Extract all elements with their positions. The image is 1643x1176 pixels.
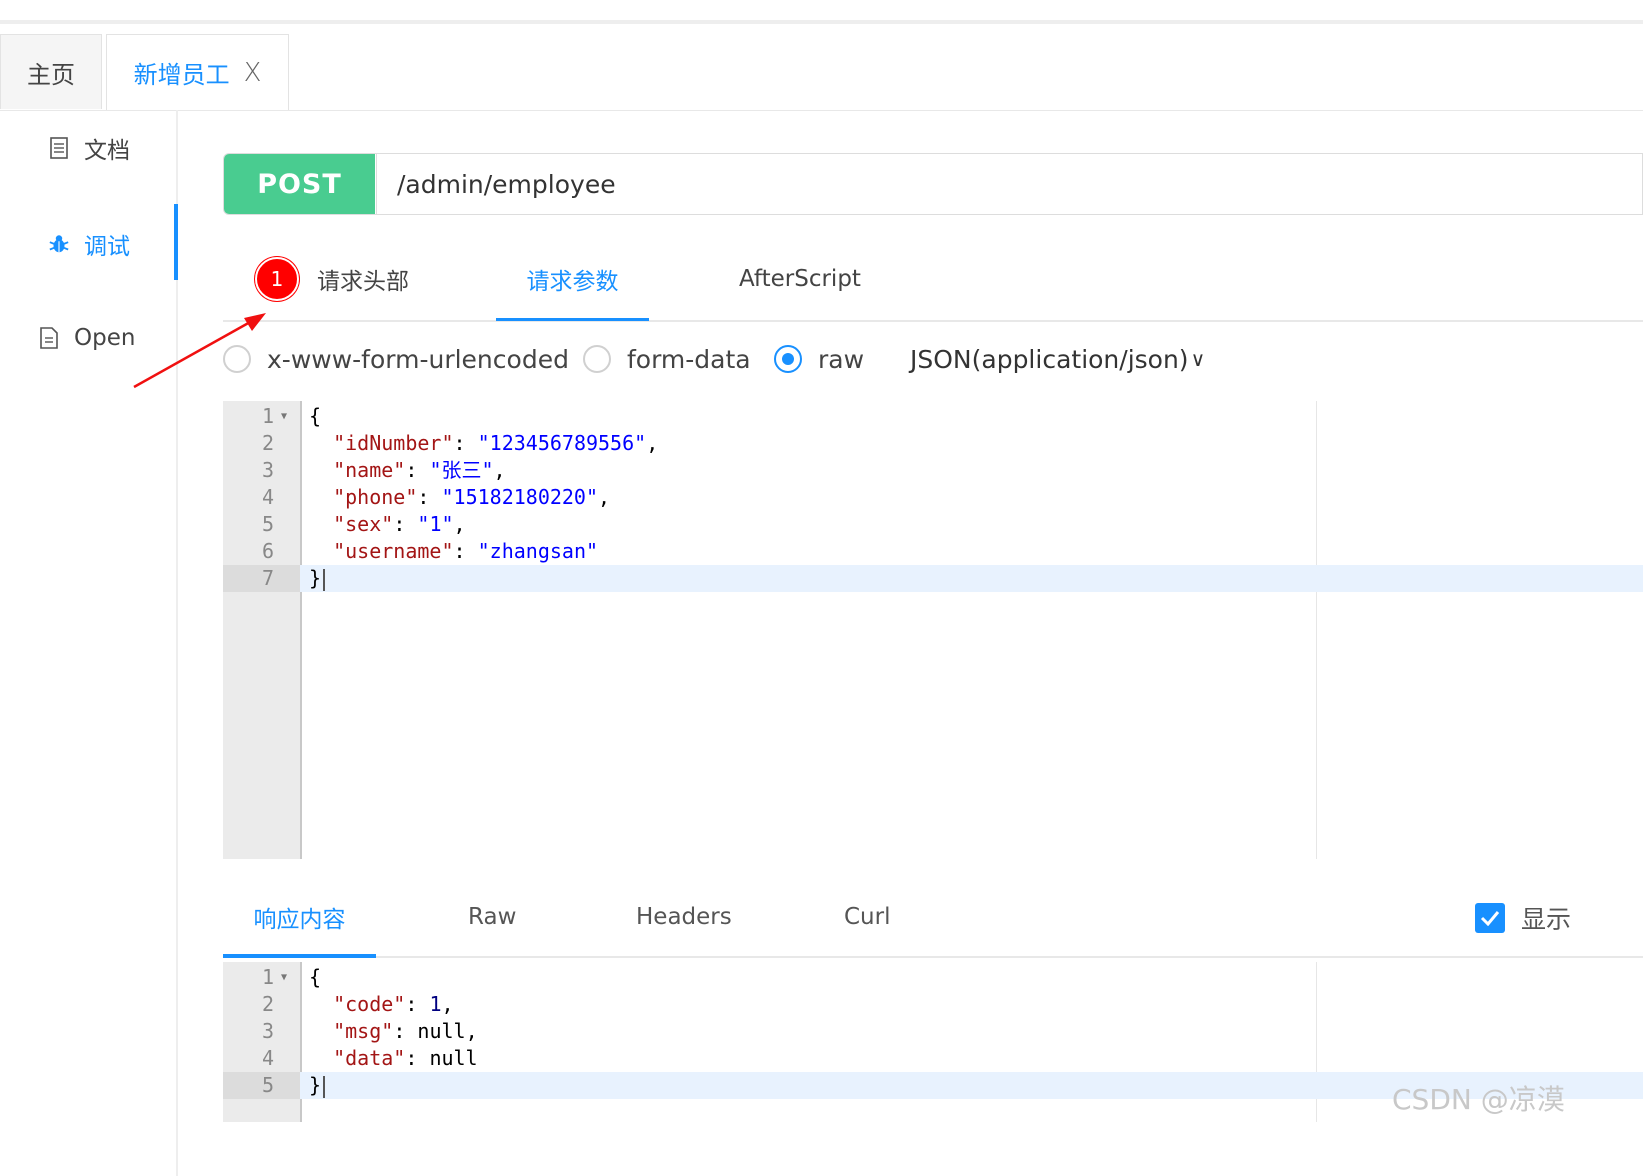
- request-body-editor[interactable]: 1 ▼{2 "idNumber": "123456789556", 3 "name"…: [223, 401, 1643, 859]
- code-text: }: [309, 1072, 326, 1099]
- code-line: 1 ▼ {: [223, 964, 1643, 991]
- line-number: 4: [261, 1046, 274, 1070]
- line-number: 7: [223, 565, 300, 592]
- tab-label: 响应内容: [253, 907, 346, 933]
- tab-after-script-label: AfterScript: [739, 266, 861, 292]
- json-punct: ,: [598, 485, 611, 509]
- body-type-options: x-www-form-urlencoded form-data raw JSON…: [223, 335, 1643, 385]
- json-key: "idNumber": [333, 431, 454, 455]
- chevron-down-icon: ∨: [1190, 347, 1206, 371]
- tab-response-content[interactable]: 响应内容: [223, 880, 376, 958]
- checkmark-icon[interactable]: [1475, 903, 1505, 933]
- radio-label: raw: [818, 344, 865, 374]
- line-number: 2: [261, 992, 274, 1016]
- radio-label: form-data: [627, 344, 751, 374]
- code-line: 4 "phone": "15182180220",: [223, 484, 1643, 511]
- fold-arrow-icon[interactable]: ▼: [281, 964, 287, 991]
- json-value: "张三": [429, 458, 494, 482]
- code-line: 4 "data": null: [223, 1045, 1643, 1072]
- code-line: 2 "idNumber": "123456789556",: [223, 430, 1643, 457]
- fold-arrow-icon[interactable]: ▼: [281, 403, 287, 430]
- json-brace: }: [309, 566, 322, 590]
- checkbox-label: 显示: [1521, 905, 1572, 934]
- code-line: 2 "code": 1,: [223, 991, 1643, 1018]
- line-number: 3: [261, 458, 274, 482]
- tab-label: Raw: [468, 904, 517, 930]
- url-input[interactable]: /admin/employee: [376, 154, 1642, 214]
- json-key: "msg": [333, 1019, 394, 1043]
- json-brace: }: [309, 1073, 322, 1097]
- code-text: }: [309, 565, 326, 592]
- code-line: 3 "msg": null,: [223, 1018, 1643, 1045]
- json-punct: ,: [465, 1019, 478, 1043]
- text-cursor: [323, 1075, 326, 1098]
- code-line: 7}: [223, 565, 1643, 592]
- json-key: "code": [333, 992, 406, 1016]
- annotation-arrow: [133, 313, 266, 389]
- tab-response-headers[interactable]: Headers: [636, 880, 732, 954]
- tab-label: Curl: [844, 904, 891, 930]
- radio-circle-selected[interactable]: [774, 345, 802, 373]
- json-value: null: [429, 1046, 478, 1070]
- code-text: "msg": null,: [333, 1019, 478, 1043]
- watermark: CSDN @凉漠: [1392, 1083, 1565, 1116]
- response-tabs: 响应内容 Raw Headers Curl: [223, 880, 1643, 958]
- json-punct: ,: [441, 992, 454, 1016]
- code-line: 1 ▼ {: [223, 403, 1643, 430]
- code-text: "username": "zhangsan": [333, 539, 599, 563]
- show-checkbox[interactable]: 显示: [1475, 900, 1571, 936]
- json-key: "username": [333, 539, 454, 563]
- code-line: 6 "username": "zhangsan": [223, 538, 1643, 565]
- json-value: "15182180220": [441, 485, 599, 509]
- code-text: "idNumber": "123456789556",: [333, 431, 659, 455]
- request-line: POST /admin/employee: [223, 153, 1643, 215]
- json-value: "1": [417, 512, 454, 536]
- json-value: "123456789556": [477, 431, 647, 455]
- json-brace: {: [309, 965, 322, 989]
- code-text: "data": null: [333, 1046, 478, 1070]
- content-type-select[interactable]: JSON(application/json) ∨: [910, 335, 1205, 383]
- tab-request-params[interactable]: 请求参数: [496, 240, 649, 321]
- code-line: 3 "name": "张三",: [223, 457, 1643, 484]
- code-text: "code": 1,: [333, 992, 454, 1016]
- code-line: 5 "sex": "1",: [223, 511, 1643, 538]
- line-number: 5: [223, 1072, 300, 1099]
- tab-response-raw[interactable]: Raw: [468, 880, 516, 954]
- tab-label: Headers: [636, 904, 732, 930]
- line-number: 5: [261, 512, 274, 536]
- code-text: "phone": "15182180220",: [333, 485, 611, 509]
- json-key: "sex": [333, 512, 394, 536]
- json-key: "data": [333, 1046, 406, 1070]
- tab-request-headers-label: 请求头部: [317, 269, 409, 295]
- json-value: "zhangsan": [477, 539, 599, 563]
- text-cursor: [323, 568, 326, 591]
- json-value: null: [417, 1019, 466, 1043]
- code-text: "name": "张三",: [333, 458, 506, 482]
- radio-label: x-www-form-urlencoded: [267, 344, 569, 374]
- radio-circle[interactable]: [583, 345, 611, 373]
- line-number: 4: [261, 485, 274, 509]
- json-key: "phone": [333, 485, 418, 509]
- json-brace: {: [309, 404, 322, 428]
- line-number: 6: [261, 539, 274, 563]
- code-text: "sex": "1",: [333, 512, 466, 536]
- content-type-value: JSON(application/json): [910, 344, 1189, 374]
- line-number: 1: [261, 404, 274, 428]
- radio-form-data[interactable]: form-data: [583, 335, 751, 383]
- request-tabs: 1 请求头部 请求参数 AfterScript: [223, 240, 1643, 322]
- line-number: 3: [261, 1019, 274, 1043]
- json-value: 1: [429, 992, 442, 1016]
- code-text: {: [309, 403, 321, 430]
- json-punct: ,: [493, 458, 506, 482]
- tab-request-params-label: 请求参数: [526, 269, 619, 295]
- tab-response-curl[interactable]: Curl: [844, 880, 890, 954]
- json-punct: ,: [646, 431, 659, 455]
- line-number: 1: [261, 965, 274, 989]
- tab-after-script[interactable]: AfterScript: [739, 240, 861, 318]
- json-punct: ,: [453, 512, 466, 536]
- line-number: 2: [261, 431, 274, 455]
- radio-raw[interactable]: raw: [774, 335, 864, 383]
- json-key: "name": [333, 458, 406, 482]
- code-text: {: [309, 964, 321, 991]
